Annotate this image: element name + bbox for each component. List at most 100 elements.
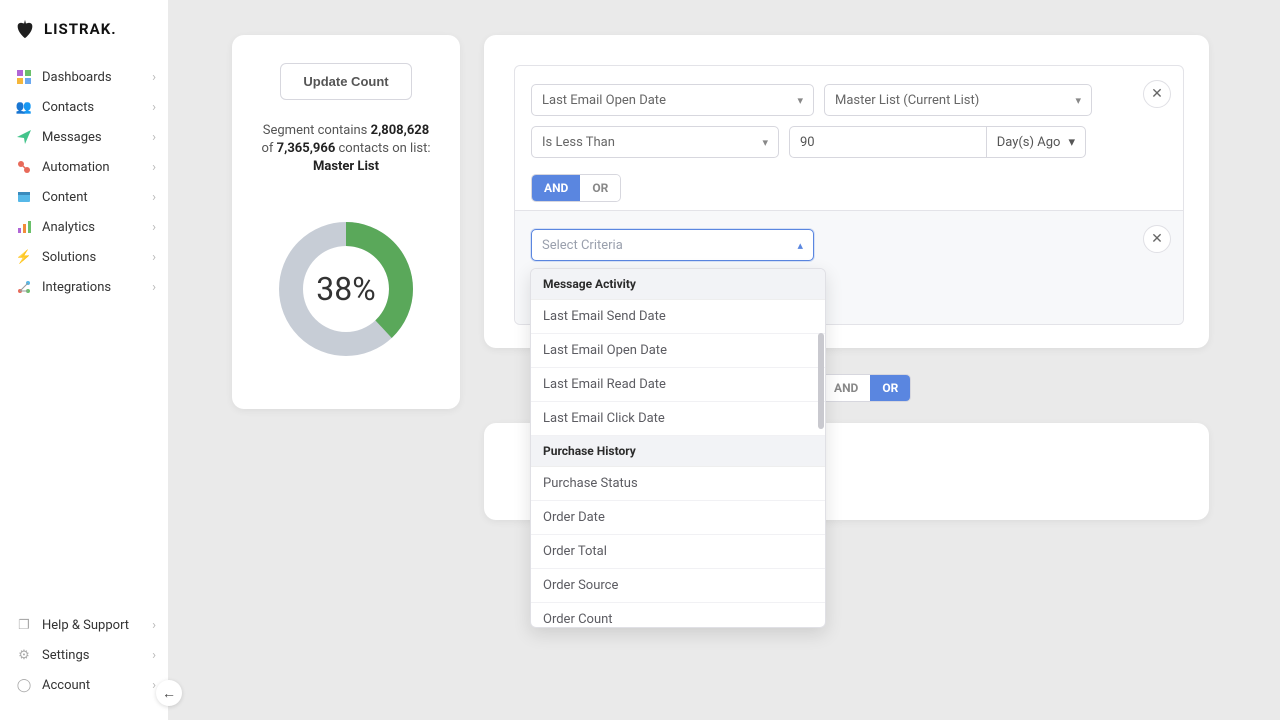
sidebar-item-dashboards[interactable]: Dashboards › — [0, 62, 168, 92]
sidebar-item-label: Settings — [42, 648, 152, 663]
sidebar-item-label: Contacts — [42, 100, 152, 115]
sidebar-item-help[interactable]: ❐ Help & Support › — [0, 610, 168, 640]
collapse-sidebar-button[interactable]: ← — [156, 680, 182, 706]
sidebar-item-solutions[interactable]: ⚡ Solutions › — [0, 242, 168, 272]
dropdown-item[interactable]: Last Email Open Date — [531, 334, 825, 368]
chevron-down-icon: ▾ — [1068, 135, 1075, 150]
criteria-placeholder: Select Criteria — [542, 238, 623, 253]
chevron-right-icon: › — [152, 618, 156, 633]
account-icon: ◯ — [16, 677, 32, 693]
dropdown-item[interactable]: Order Source — [531, 569, 825, 603]
analytics-icon — [16, 219, 32, 235]
criteria-select[interactable]: Last Email Open Date ▾ — [531, 84, 814, 116]
chevron-right-icon: › — [152, 250, 156, 265]
dropdown-scrollbar[interactable] — [818, 333, 824, 429]
integrations-icon — [16, 279, 32, 295]
group-or-button[interactable]: OR — [870, 375, 910, 401]
segment-count-in: 2,808,628 — [371, 123, 430, 138]
chevron-right-icon: › — [152, 220, 156, 235]
brand-logo: LISTRAK. — [0, 0, 168, 58]
update-count-button[interactable]: Update Count — [280, 63, 411, 100]
automation-icon — [16, 159, 32, 175]
chevron-right-icon: › — [152, 190, 156, 205]
segment-summary-text: Segment contains 2,808,628 of 7,365,966 … — [262, 122, 431, 177]
segment-list-name: Master List — [313, 159, 379, 174]
dashboards-icon — [16, 69, 32, 85]
sidebar-item-label: Automation — [42, 160, 152, 175]
sidebar-item-label: Dashboards — [42, 70, 152, 85]
dropdown-item[interactable]: Order Count — [531, 603, 825, 628]
dropdown-group-header: Message Activity — [531, 269, 825, 300]
chevron-down-icon: ▾ — [1075, 94, 1081, 107]
criteria-select-open[interactable]: Select Criteria ▴ — [531, 229, 814, 261]
sidebar-item-label: Help & Support — [42, 618, 152, 633]
chevron-down-icon: ▾ — [797, 94, 803, 107]
chevron-right-icon: › — [152, 70, 156, 85]
logic-and-button[interactable]: AND — [532, 175, 580, 201]
chevron-down-icon: ▾ — [762, 136, 768, 149]
dropdown-item[interactable]: Last Email Click Date — [531, 402, 825, 436]
messages-icon — [16, 129, 32, 145]
sidebar-item-label: Solutions — [42, 250, 152, 265]
sidebar-item-label: Content — [42, 190, 152, 205]
sidebar-item-label: Messages — [42, 130, 152, 145]
remove-filter-button[interactable]: ✕ — [1143, 225, 1171, 253]
value-unit-input[interactable]: 90 Day(s) Ago ▾ — [789, 126, 1086, 158]
sidebar-item-label: Analytics — [42, 220, 152, 235]
criteria-value: Last Email Open Date — [542, 93, 666, 108]
segment-summary-card: Update Count Segment contains 2,808,628 … — [232, 35, 460, 409]
value-input[interactable]: 90 — [789, 126, 986, 158]
help-icon: ❐ — [16, 617, 32, 633]
contacts-icon: 👥 — [16, 99, 32, 115]
sidebar-item-analytics[interactable]: Analytics › — [0, 212, 168, 242]
brand-name: LISTRAK. — [44, 20, 117, 38]
list-select[interactable]: Master List (Current List) ▾ — [824, 84, 1092, 116]
secondary-nav: ❐ Help & Support › ⚙ Settings › ◯ Accoun… — [0, 610, 168, 720]
sidebar: LISTRAK. Dashboards › 👥 Contacts › Messa… — [0, 0, 168, 720]
gear-icon: ⚙ — [16, 647, 32, 663]
sidebar-item-account[interactable]: ◯ Account › — [0, 670, 168, 700]
dropdown-item[interactable]: Order Date — [531, 501, 825, 535]
chevron-right-icon: › — [152, 160, 156, 175]
logic-toggle-row: AND OR — [531, 174, 621, 202]
sidebar-item-automation[interactable]: Automation › — [0, 152, 168, 182]
solutions-icon: ⚡ — [16, 249, 32, 265]
dropdown-item[interactable]: Last Email Send Date — [531, 300, 825, 334]
chevron-right-icon: › — [152, 280, 156, 295]
content-icon — [16, 189, 32, 205]
sidebar-item-label: Integrations — [42, 280, 152, 295]
logic-or-button[interactable]: OR — [580, 175, 620, 201]
dropdown-item[interactable]: Last Email Read Date — [531, 368, 825, 402]
criteria-dropdown: Message Activity Last Email Send Date La… — [530, 268, 826, 628]
segment-line2-post: contacts on list: — [335, 141, 430, 156]
sidebar-item-messages[interactable]: Messages › — [0, 122, 168, 152]
operator-select[interactable]: Is Less Than ▾ — [531, 126, 779, 158]
chevron-right-icon: › — [152, 130, 156, 145]
chevron-right-icon: › — [152, 648, 156, 663]
dropdown-item[interactable]: Order Total — [531, 535, 825, 569]
unit-select[interactable]: Day(s) Ago ▾ — [986, 126, 1086, 158]
unit-value: Day(s) Ago — [997, 135, 1061, 150]
list-value: Master List (Current List) — [835, 93, 979, 108]
segment-line1-pre: Segment contains — [263, 123, 371, 138]
group-and-button[interactable]: AND — [822, 375, 870, 401]
group-logic-toggle: AND OR — [821, 374, 911, 402]
sidebar-item-settings[interactable]: ⚙ Settings › — [0, 640, 168, 670]
sidebar-item-integrations[interactable]: Integrations › — [0, 272, 168, 302]
chevron-up-icon: ▴ — [797, 239, 803, 252]
filter-row-1: ✕ Last Email Open Date ▾ Master List (Cu… — [515, 66, 1183, 210]
segment-line2-pre: of — [262, 141, 277, 156]
segment-count-total: 7,365,966 — [277, 141, 336, 156]
dropdown-group-header: Purchase History — [531, 436, 825, 467]
operator-value: Is Less Than — [542, 135, 615, 150]
sidebar-item-contacts[interactable]: 👥 Contacts › — [0, 92, 168, 122]
chevron-right-icon: › — [152, 100, 156, 115]
segment-donut-chart: 38% — [276, 219, 416, 359]
segment-percent-label: 38% — [276, 219, 416, 359]
dropdown-item[interactable]: Purchase Status — [531, 467, 825, 501]
sidebar-item-label: Account — [42, 678, 152, 693]
sidebar-item-content[interactable]: Content › — [0, 182, 168, 212]
primary-nav: Dashboards › 👥 Contacts › Messages › Aut… — [0, 58, 168, 302]
remove-filter-button[interactable]: ✕ — [1143, 80, 1171, 108]
brand-mark-icon — [14, 18, 36, 40]
